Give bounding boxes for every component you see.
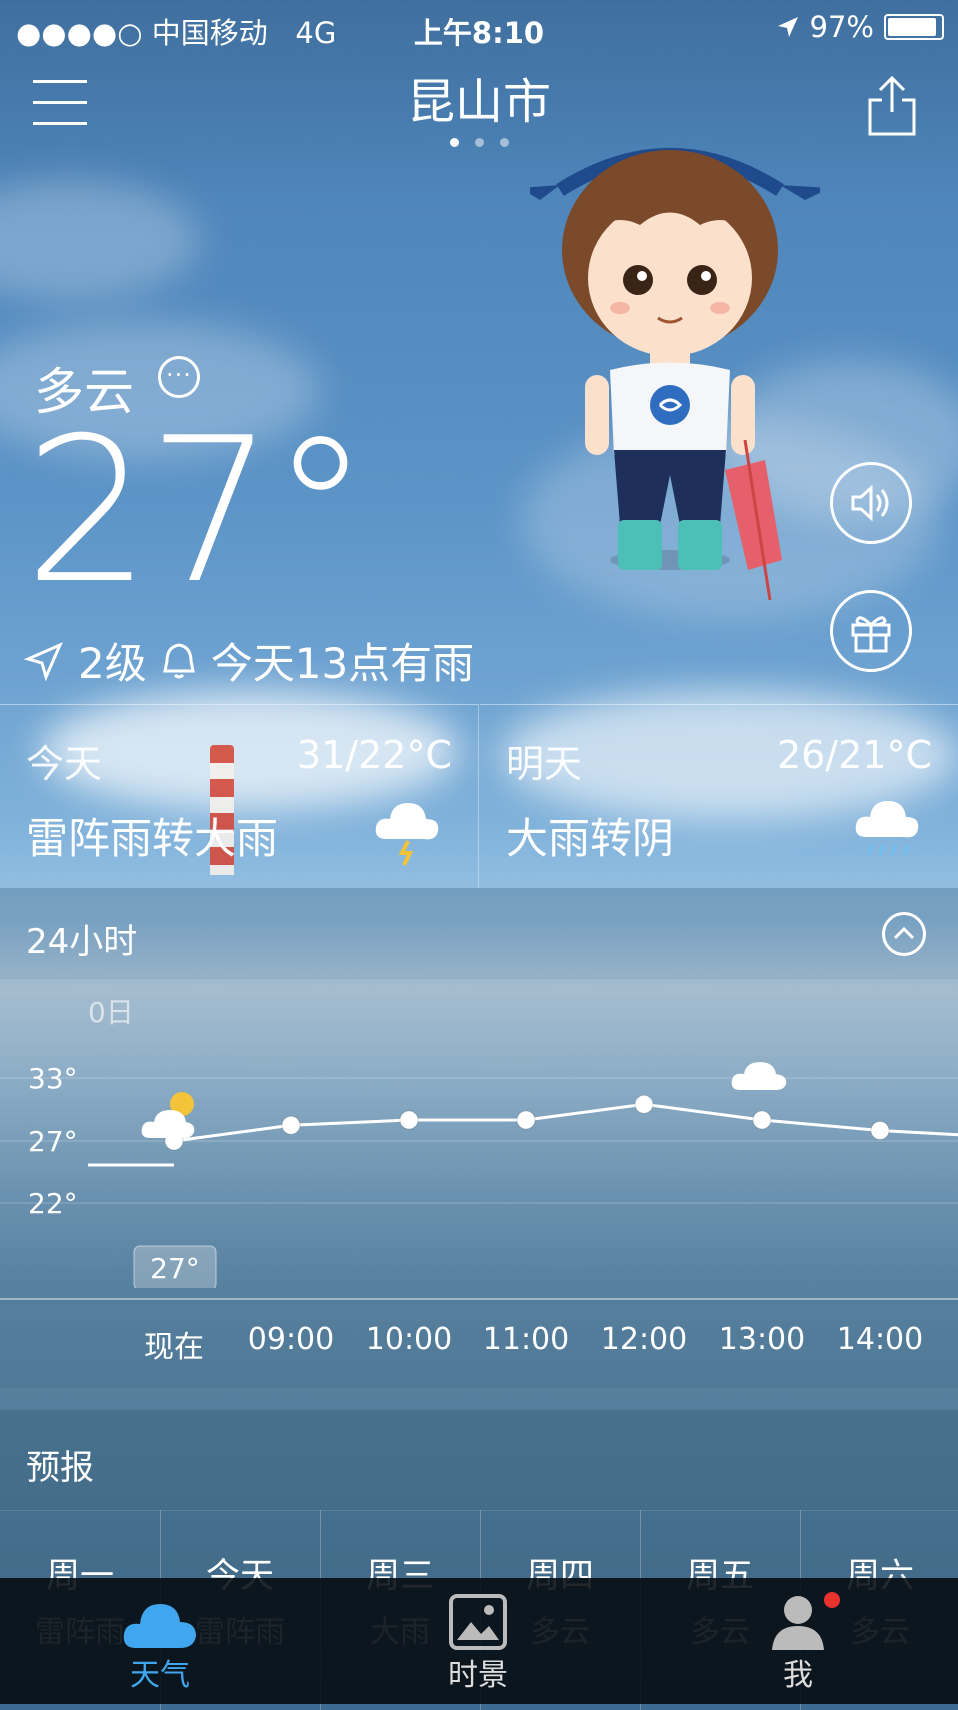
today-temp-range: 31/22°C [296, 733, 452, 777]
current-temp-badge-text: 27° [150, 1252, 200, 1285]
tomorrow-label: 明天 [506, 742, 583, 786]
hour-point [281, 1115, 301, 1135]
gift-icon [851, 616, 891, 653]
tab-weather[interactable]: 天气 [90, 1578, 230, 1704]
speaker-icon [851, 484, 889, 522]
hour-point [399, 1110, 419, 1130]
hour-point [516, 1110, 536, 1130]
today-label: 今天 [26, 742, 103, 786]
page-dot [499, 138, 509, 147]
user-icon [772, 1596, 824, 1650]
today-panel[interactable]: 今天 31/22°C 雷阵雨转大雨 [0, 704, 479, 889]
bell-icon [162, 642, 195, 678]
tab-weather-label: 天气 [130, 1658, 190, 1693]
collapse-icon[interactable] [882, 912, 926, 956]
hourly-header: 24小时 [0, 888, 958, 979]
partly-cloudy-icon [141, 1092, 195, 1138]
hour-label: 14:00 [836, 1322, 924, 1357]
y-tick: 22° [28, 1187, 78, 1220]
tomorrow-panel[interactable]: 明天 26/21°C 大雨转阴 [480, 704, 958, 889]
notification-dot [824, 1592, 840, 1608]
status-bar: ●●●●○ 中国移动 4G 上午8:10 97% [0, 0, 958, 52]
photo-icon [449, 1594, 507, 1650]
bottom-tab-bar: 天气 时景 我 [0, 1578, 958, 1704]
tomorrow-desc: 大雨转阴 [506, 814, 675, 863]
current-temperature: 27° [24, 395, 370, 628]
wind-alert-row: 2级 今天13点有雨 [24, 630, 474, 691]
timeline-divider [0, 1298, 958, 1300]
hourly-title: 24小时 [26, 922, 138, 962]
hour-point [634, 1094, 654, 1114]
y-tick: 27° [28, 1125, 78, 1158]
status-right: 97% [776, 10, 944, 44]
hourly-time-labels: 现在 09:00 10:00 11:00 12:00 13:00 14:00 [0, 1322, 958, 1372]
page-dot [449, 138, 459, 147]
tab-me[interactable]: 我 [728, 1578, 868, 1704]
location-arrow-icon [777, 17, 798, 37]
wind-level: 2级 [78, 639, 147, 688]
hour-point [870, 1121, 890, 1140]
weather-cloud-icon [123, 1604, 196, 1648]
tab-me-label: 我 [783, 1658, 813, 1693]
battery-percent: 97% [809, 10, 874, 44]
city-title[interactable]: 昆山市 [0, 62, 958, 132]
forecast-header: 预报 [0, 1410, 958, 1511]
hourly-temp-line [164, 1094, 958, 1151]
thunder-cloud-icon [375, 803, 439, 866]
hourly-chart[interactable]: 0日 33° 27° 22° 27° [0, 978, 958, 1288]
current-temp-badge: 27° [133, 1245, 217, 1288]
hour-point [752, 1110, 772, 1130]
cloud-icon [731, 1062, 787, 1090]
rain-alert-text[interactable]: 今天13点有雨 [211, 630, 474, 691]
mascot-illustration [530, 148, 820, 601]
tab-scenery[interactable]: 时景 [408, 1578, 548, 1704]
date-marker: 0日 [88, 996, 134, 1029]
forecast-title: 预报 [26, 1448, 94, 1488]
tab-scenery-label: 时景 [448, 1658, 508, 1693]
y-tick: 33° [28, 1062, 78, 1095]
rain-cloud-icon [855, 801, 919, 856]
more-details-icon[interactable]: ··· [158, 356, 200, 398]
battery-icon [884, 14, 944, 40]
today-desc: 雷阵雨转大雨 [26, 814, 279, 863]
wind-direction-icon [24, 641, 63, 681]
page-dot [474, 138, 484, 147]
share-icon[interactable] [866, 74, 918, 138]
tomorrow-temp-range: 26/21°C [776, 733, 932, 777]
gift-button[interactable] [830, 590, 912, 672]
voice-broadcast-button[interactable] [830, 462, 912, 544]
